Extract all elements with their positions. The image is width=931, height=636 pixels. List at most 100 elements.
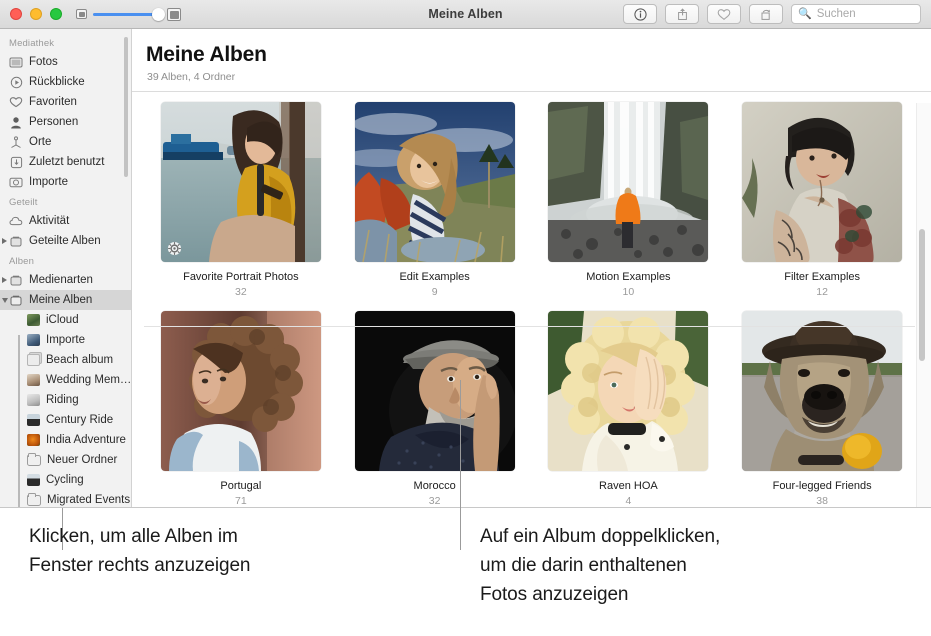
empty-album-icon <box>27 354 40 366</box>
album-thumb-icon <box>27 474 40 486</box>
info-circle-icon <box>633 7 647 21</box>
album-thumbnail[interactable] <box>742 102 903 262</box>
album-grid: Favorite Portrait Photos 32 Edit Example… <box>132 92 931 507</box>
toolbar-right-group: 🔍 Suchen <box>623 4 921 24</box>
sidebar-item-importe-album[interactable]: Importe <box>0 330 131 350</box>
woman-on-hill-image <box>354 102 515 262</box>
sidebar-item-cycling[interactable]: Cycling <box>0 470 131 490</box>
search-placeholder: Suchen <box>816 8 856 20</box>
sidebar-item-icloud[interactable]: iCloud <box>0 310 131 330</box>
info-button[interactable] <box>623 4 657 24</box>
sidebar-group-label: Mediathek <box>9 38 55 49</box>
sidebar-item-fotos[interactable]: Fotos <box>0 52 131 72</box>
sidebar-item-personen[interactable]: Personen <box>0 112 131 132</box>
sidebar-item-favoriten[interactable]: Favoriten <box>0 92 131 112</box>
sidebar-item-label: Neuer Ordner <box>47 454 118 466</box>
sidebar: Mediathek Fotos Rückblicke Favoriten Per… <box>0 29 132 507</box>
dog-with-hat-image <box>742 311 903 471</box>
album-thumb-icon <box>27 414 40 426</box>
sidebar-item-orte[interactable]: Orte <box>0 132 131 152</box>
album-cell[interactable]: Morocco 32 <box>338 311 532 507</box>
sidebar-item-riding[interactable]: Riding <box>0 390 131 410</box>
sidebar-item-neuer-ordner[interactable]: Neuer Ordner <box>0 450 131 470</box>
sidebar-item-label: Favoriten <box>29 96 77 108</box>
minimize-button-icon[interactable] <box>30 8 42 20</box>
callout-line: Fotos anzuzeigen <box>480 584 629 605</box>
folder-icon <box>27 492 41 506</box>
thumbnail-size-slider[interactable] <box>76 7 181 21</box>
search-icon: 🔍 <box>798 7 812 20</box>
search-field[interactable]: 🔍 Suchen <box>791 4 921 24</box>
sidebar-item-label: Riding <box>46 394 79 406</box>
window-body: Mediathek Fotos Rückblicke Favoriten Per… <box>0 29 931 507</box>
album-thumbnail[interactable] <box>548 311 709 471</box>
album-count: 38 <box>816 495 828 507</box>
sidebar-group-label: Alben <box>9 256 35 267</box>
old-man-dark-image <box>354 311 515 471</box>
sidebar-item-label: Medienarten <box>29 274 93 286</box>
sidebar-item-wedding-memories[interactable]: Wedding Mem… <box>0 370 131 390</box>
folder-icon <box>27 452 41 466</box>
sidebar-item-rueckblicke[interactable]: Rückblicke <box>0 72 131 92</box>
sidebar-item-label: Cycling <box>46 474 84 486</box>
sidebar-item-india-adventure[interactable]: India Adventure <box>0 430 131 450</box>
traffic-light-controls[interactable] <box>10 8 62 20</box>
album-thumbnail[interactable] <box>160 102 321 262</box>
album-cell[interactable]: Motion Examples 10 <box>532 102 726 298</box>
cloud-icon <box>9 215 23 228</box>
sidebar-item-label: Century Ride <box>46 414 114 426</box>
zoom-button-icon[interactable] <box>50 8 62 20</box>
content-scrollbar[interactable] <box>919 229 925 361</box>
slider-knob[interactable] <box>152 7 165 21</box>
chevron-right-icon[interactable] <box>2 238 7 244</box>
close-button-icon[interactable] <box>10 8 22 20</box>
share-button[interactable] <box>665 4 699 24</box>
album-thumbnail[interactable] <box>742 311 903 471</box>
sidebar-item-beach-album[interactable]: Beach album <box>0 350 131 370</box>
sidebar-item-aktivitaet[interactable]: Aktivität <box>0 211 131 231</box>
album-cell[interactable]: Four-legged Friends 38 <box>725 311 919 507</box>
album-title: Favorite Portrait Photos <box>183 271 299 283</box>
album-cell[interactable]: Edit Examples 9 <box>338 102 532 298</box>
album-count: 4 <box>625 495 632 507</box>
album-thumb-icon <box>27 374 40 386</box>
favorite-button[interactable] <box>707 4 741 24</box>
sidebar-item-label: Meine Alben <box>29 294 93 306</box>
sidebar-item-label: Geteilte Alben <box>29 235 101 247</box>
chevron-down-icon[interactable] <box>2 298 8 303</box>
album-title: Edit Examples <box>399 271 470 283</box>
rotate-button[interactable] <box>749 4 783 24</box>
album-thumbnail[interactable] <box>354 102 515 262</box>
album-count: 32 <box>428 495 441 507</box>
album-cell[interactable]: Portugal 71 <box>144 311 338 507</box>
sidebar-item-label: Migrated Events <box>47 494 131 506</box>
album-thumbnail[interactable] <box>548 102 709 262</box>
memories-icon <box>9 76 23 89</box>
callout-line: Auf ein Album doppelklicken, <box>480 526 721 547</box>
sidebar-item-meine-alben[interactable]: Meine Alben <box>0 290 131 310</box>
sidebar-item-label: Aktivität <box>29 215 70 227</box>
sidebar-item-migrated-events[interactable]: Migrated Events <box>0 490 131 507</box>
sidebar-item-importe[interactable]: Importe <box>0 172 131 192</box>
sidebar-item-label: India Adventure <box>46 434 126 446</box>
page-subtitle: 39 Alben, 4 Ordner <box>147 71 236 83</box>
curly-hair-woman-image <box>160 311 321 471</box>
album-cell[interactable]: Favorite Portrait Photos 32 <box>144 102 338 298</box>
album-cell[interactable]: Raven HOA 4 <box>532 311 726 507</box>
sidebar-item-century-ride[interactable]: Century Ride <box>0 410 131 430</box>
camera-import-icon <box>9 176 23 189</box>
album-thumbnail[interactable] <box>354 311 515 471</box>
album-stack-icon <box>9 294 23 307</box>
album-thumbnail[interactable] <box>160 311 321 471</box>
slider-track[interactable] <box>93 7 165 21</box>
album-title: Four-legged Friends <box>772 480 872 492</box>
sidebar-item-medienarten[interactable]: Medienarten <box>0 270 131 290</box>
callout-line: Klicken, um alle Alben im <box>29 526 238 547</box>
photos-icon <box>9 56 23 69</box>
album-cell[interactable]: Filter Examples 12 <box>725 102 919 298</box>
sidebar-item-zuletzt-benutzt[interactable]: Zuletzt benutzt <box>0 152 131 172</box>
callout-leader-line <box>460 380 461 550</box>
chevron-right-icon[interactable] <box>2 277 7 283</box>
share-arrow-icon <box>677 8 687 20</box>
sidebar-item-geteilte-alben[interactable]: Geteilte Alben <box>0 231 131 251</box>
